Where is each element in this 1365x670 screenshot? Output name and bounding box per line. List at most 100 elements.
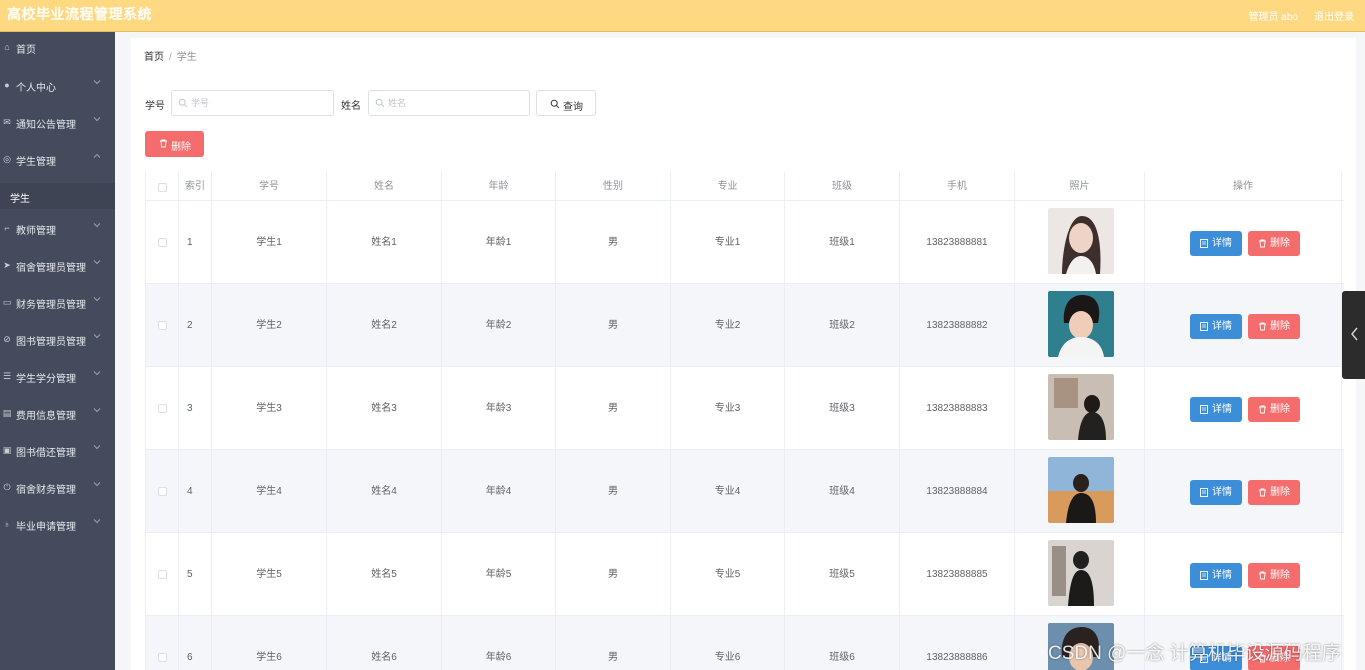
cell-major: 专业2: [671, 284, 785, 367]
delete-button-label: 删除: [1270, 321, 1290, 332]
cell-phone: 13823888885: [900, 533, 1015, 616]
delete-button[interactable]: 删除: [1248, 314, 1300, 339]
sidebar-item-label: 图书借还管理: [16, 448, 76, 459]
sidebar-item-student-management[interactable]: ◎ 学生管理: [0, 148, 115, 174]
detail-button[interactable]: 详情: [1190, 397, 1242, 422]
student-photo[interactable]: [1048, 374, 1114, 440]
document-icon: [1200, 571, 1208, 580]
header-gender[interactable]: 性别: [556, 172, 671, 201]
power-icon: ⏻: [3, 482, 11, 492]
sidebar-item-label: 学生管理: [16, 157, 56, 168]
student-photo[interactable]: [1048, 291, 1114, 357]
row-select-cell: [146, 533, 179, 616]
detail-button-label: 详情: [1212, 487, 1232, 498]
table-row[interactable]: 4 学生4 姓名4 年龄4 男 专业4 班级4 13823888884 详情 删…: [146, 450, 1344, 533]
sidebar-item-dorm-finance[interactable]: ⏻ 宿舍财务管理: [0, 476, 115, 502]
delete-button[interactable]: 删除: [1248, 397, 1300, 422]
row-checkbox[interactable]: [158, 321, 167, 330]
header-student-id[interactable]: 学号: [212, 172, 327, 201]
cell-photo: [1015, 450, 1145, 533]
batch-delete-button[interactable]: 删除: [145, 131, 204, 157]
sidebar-item-fee-info[interactable]: ▤ 费用信息管理: [0, 402, 115, 428]
cell-actions: 详情 删除: [1145, 201, 1342, 284]
sidebar-item-credit[interactable]: ☰ 学生学分管理: [0, 365, 115, 391]
cell-index: 2: [179, 284, 212, 367]
row-checkbox[interactable]: [158, 404, 167, 413]
header-major[interactable]: 专业: [671, 172, 785, 201]
chevron-left-icon: [1351, 327, 1358, 341]
detail-button-label: 详情: [1212, 238, 1232, 249]
search-icon: [178, 98, 188, 108]
cell-age: 年龄2: [442, 284, 556, 367]
row-checkbox[interactable]: [158, 570, 167, 579]
table-header: 索引 学号 姓名 年龄 性别 专业 班级 手机 照片 操作: [146, 172, 1344, 201]
cell-class: 班级5: [785, 533, 900, 616]
student-photo[interactable]: [1048, 540, 1114, 606]
breadcrumb-home[interactable]: 首页: [144, 52, 164, 63]
user-icon: ●: [4, 80, 10, 90]
table-row[interactable]: 1 学生1 姓名1 年龄1 男 专业1 班级1 13823888881 详情 删…: [146, 201, 1344, 284]
cell-age: 年龄1: [442, 201, 556, 284]
name-input[interactable]: [388, 95, 518, 111]
sidebar-item-dorm-admin[interactable]: ➤ 宿舍管理员管理: [0, 254, 115, 280]
sidebar-item-label: 教师管理: [16, 226, 56, 237]
sidebar-item-teacher-management[interactable]: ⌐ 教师管理: [0, 217, 115, 243]
sidebar-item-label: 通知公告管理: [16, 120, 76, 131]
chevron-up-icon: [93, 153, 101, 158]
sidebar-item-label: 财务管理员管理: [16, 300, 86, 311]
cell-student-id: 学生4: [212, 450, 327, 533]
header-class[interactable]: 班级: [785, 172, 900, 201]
sidebar-item-label: 图书管理员管理: [16, 337, 86, 348]
header-name[interactable]: 姓名: [327, 172, 442, 201]
delete-button[interactable]: 删除: [1248, 480, 1300, 505]
sidebar-item-book-borrow[interactable]: ▣ 图书借还管理: [0, 439, 115, 465]
detail-button[interactable]: 详情: [1190, 480, 1242, 505]
delete-button-label: 删除: [1270, 238, 1290, 249]
cell-student-id: 学生2: [212, 284, 327, 367]
table-row[interactable]: 2 学生2 姓名2 年龄2 男 专业2 班级2 13823888882 详情 删…: [146, 284, 1344, 367]
watermark: CSDN @一念 计算机毕设源码程序: [1048, 643, 1341, 664]
sidebar-item-notice[interactable]: ✉ 通知公告管理: [0, 111, 115, 137]
detail-button[interactable]: 详情: [1190, 563, 1242, 588]
student-photo[interactable]: [1048, 457, 1114, 523]
sidebar-item-personal-center[interactable]: ● 个人中心: [0, 74, 115, 100]
detail-button[interactable]: 详情: [1190, 231, 1242, 256]
cell-gender: 男: [556, 201, 671, 284]
row-checkbox[interactable]: [158, 487, 167, 496]
table-row[interactable]: 3 学生3 姓名3 年龄3 男 专业3 班级3 13823888883 详情 删…: [146, 367, 1344, 450]
sidebar-item-home[interactable]: ⌂ 首页: [0, 36, 115, 62]
cell-age: 年龄6: [442, 616, 556, 670]
delete-button-label: 删除: [1270, 404, 1290, 415]
cell-index: 5: [179, 533, 212, 616]
trash-icon: [1259, 488, 1266, 497]
header-index[interactable]: 索引: [179, 172, 212, 201]
row-checkbox[interactable]: [158, 238, 167, 247]
header-photo[interactable]: 照片: [1015, 172, 1145, 201]
header-phone[interactable]: 手机: [900, 172, 1015, 201]
student-id-input[interactable]: [191, 95, 321, 111]
chevron-down-icon: [93, 260, 101, 265]
home-icon: ⌂: [4, 42, 10, 52]
sidebar-item-finance-admin[interactable]: ▭ 财务管理员管理: [0, 291, 115, 317]
cell-name: 姓名3: [327, 367, 442, 450]
cell-gender: 男: [556, 284, 671, 367]
sidebar-subitem-label: 学生: [10, 194, 30, 205]
table-row[interactable]: 5 学生5 姓名5 年龄5 男 专业5 班级5 13823888885 详情 删…: [146, 533, 1344, 616]
delete-button[interactable]: 删除: [1248, 231, 1300, 256]
app-title: 高校毕业流程管理系统: [7, 6, 152, 22]
cell-major: 专业6: [671, 616, 785, 670]
sidebar-item-label: 学生学分管理: [16, 374, 76, 385]
student-photo[interactable]: [1048, 208, 1114, 274]
logout-link[interactable]: 退出登录: [1314, 8, 1354, 23]
row-checkbox[interactable]: [158, 653, 167, 662]
side-panel-toggle[interactable]: [1342, 291, 1365, 379]
detail-button[interactable]: 详情: [1190, 314, 1242, 339]
detail-button-label: 详情: [1212, 570, 1232, 581]
sidebar-subitem-student[interactable]: 学生: [0, 183, 115, 209]
header-age[interactable]: 年龄: [442, 172, 556, 201]
select-all-checkbox[interactable]: [158, 183, 167, 192]
query-button[interactable]: 查询: [536, 90, 596, 116]
sidebar-item-library-admin[interactable]: ⊘ 图书管理员管理: [0, 328, 115, 354]
sidebar-item-graduation[interactable]: ♁ 毕业申请管理: [0, 513, 115, 539]
delete-button[interactable]: 删除: [1248, 563, 1300, 588]
